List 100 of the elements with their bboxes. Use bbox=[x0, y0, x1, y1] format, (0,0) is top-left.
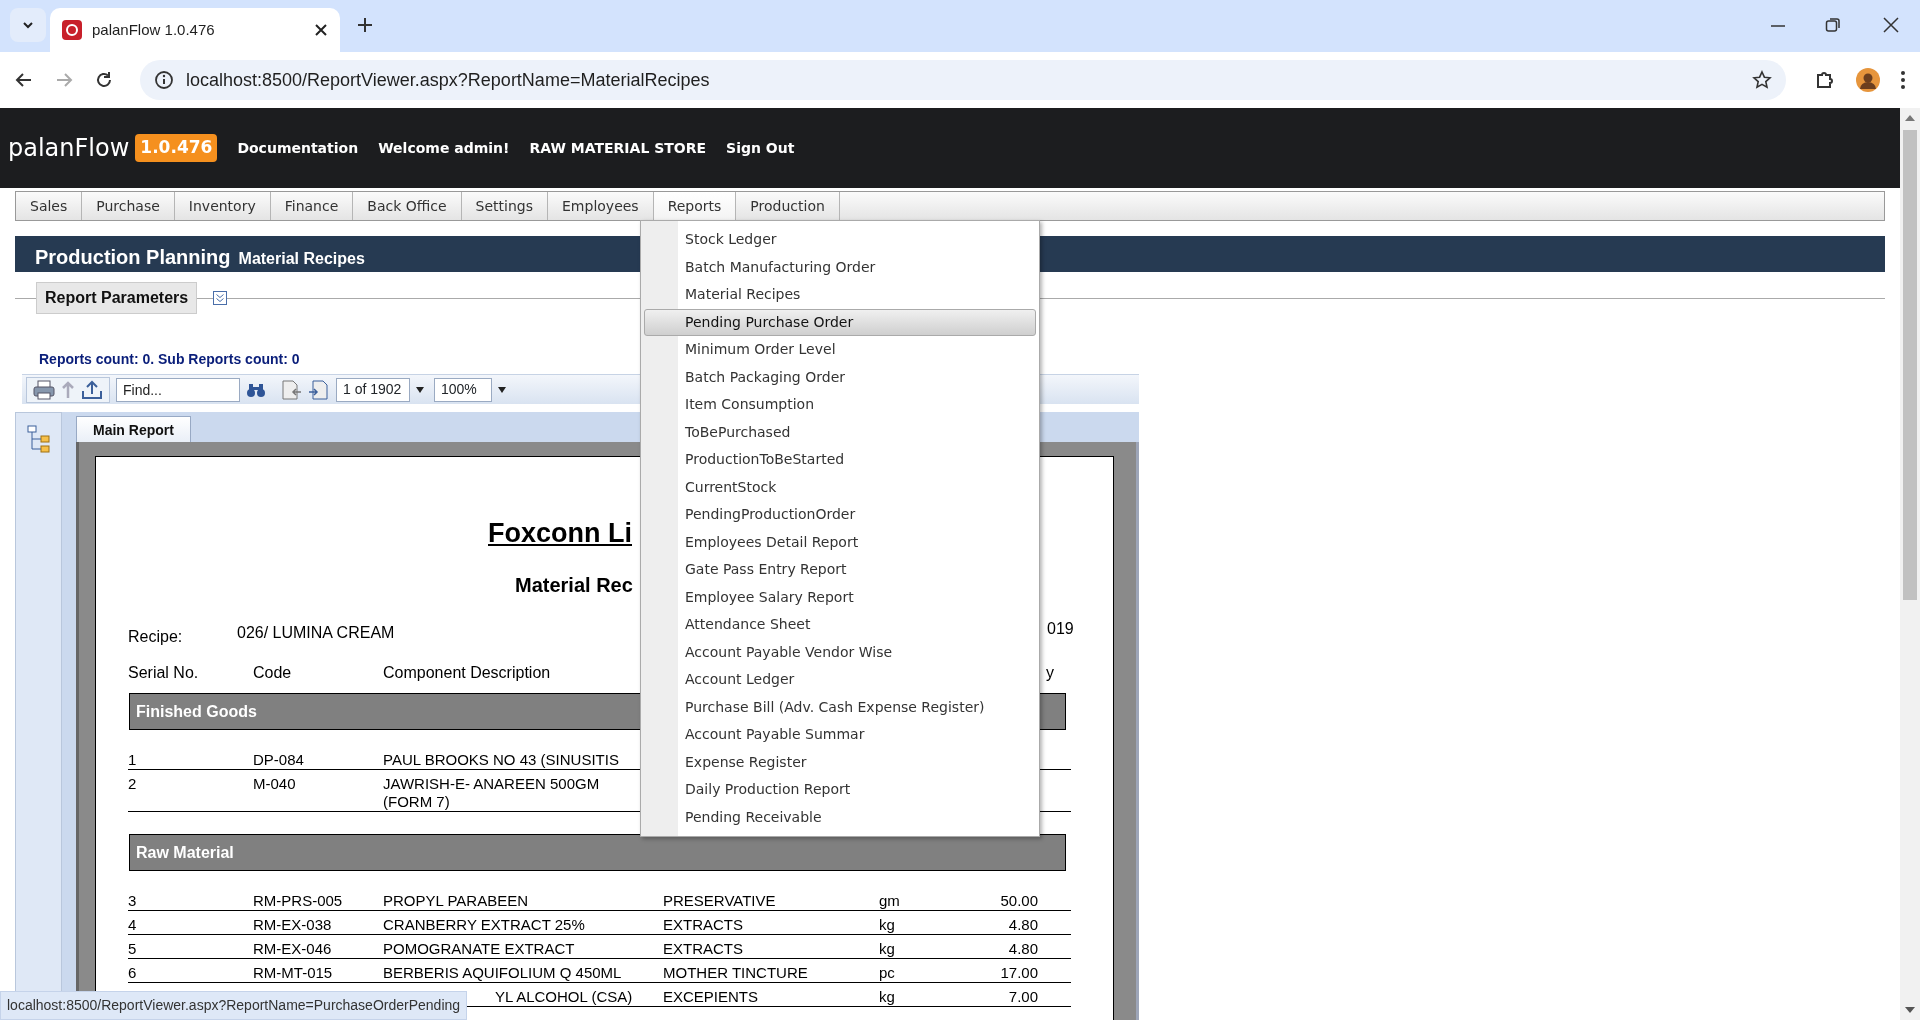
table-cell: RM-MT-015 bbox=[253, 964, 333, 981]
table-cell: CRANBERRY EXTRACT 25% bbox=[383, 916, 585, 934]
menu-entry[interactable]: Account Payable Vendor Wise bbox=[644, 638, 1036, 666]
menu-entry[interactable]: ProductionToBeStarted bbox=[644, 446, 1036, 474]
table-cell: M-040 bbox=[253, 775, 296, 792]
main-report-tab[interactable]: Main Report bbox=[76, 416, 191, 444]
menu-item[interactable]: Finance bbox=[270, 192, 354, 220]
profile-avatar[interactable] bbox=[1856, 68, 1880, 92]
menu-entry[interactable]: Minimum Order Level bbox=[644, 336, 1036, 364]
restore-icon[interactable] bbox=[1825, 17, 1841, 33]
menu-entry[interactable]: CurrentStock bbox=[644, 473, 1036, 501]
recipe-value: 026/ LUMINA CREAM bbox=[237, 623, 395, 643]
status-bar-url: localhost:8500/ReportViewer.aspx?ReportName=PurchaseOrderPending bbox=[0, 991, 468, 1020]
menu-entry[interactable]: Material Recipes bbox=[644, 281, 1036, 309]
report-title: Material Rec bbox=[515, 573, 633, 598]
menu-entry[interactable]: Purchase Bill (Adv. Cash Expense Register) bbox=[644, 693, 1036, 721]
star-icon[interactable] bbox=[1752, 70, 1772, 90]
caret-icon[interactable] bbox=[416, 386, 424, 393]
menu-entry[interactable]: Batch Manufacturing Order bbox=[644, 253, 1036, 281]
browser-tab[interactable]: palanFlow 1.0.476 bbox=[50, 8, 340, 52]
table-cell: 4.80 bbox=[1008, 940, 1038, 957]
nav-link[interactable]: Sign Out bbox=[726, 137, 795, 159]
menu-entry[interactable]: ToBePurchased bbox=[644, 418, 1036, 446]
reports-count-text: Reports count: 0. Sub Reports count: 0 bbox=[39, 350, 300, 369]
extensions-icon[interactable] bbox=[1814, 69, 1836, 91]
report-date: 019 bbox=[1047, 619, 1074, 639]
page-select[interactable]: 1 of 1902 bbox=[336, 377, 410, 402]
recipe-label: Recipe: bbox=[128, 627, 183, 647]
table-cell: POMOGRANATE EXTRACT bbox=[383, 940, 575, 958]
zoom-select[interactable]: 100% bbox=[434, 377, 492, 402]
table-cell: RM-EX-038 bbox=[253, 916, 332, 933]
table-cell: kg bbox=[879, 988, 895, 1005]
menu-item[interactable]: Back Office bbox=[353, 192, 462, 220]
close-window-icon[interactable] bbox=[1883, 17, 1899, 33]
table-cell: pc bbox=[879, 964, 895, 981]
menu-entry[interactable]: Item Consumption bbox=[644, 391, 1036, 419]
tree-view-icon[interactable] bbox=[27, 425, 51, 453]
table-cell: 2 bbox=[128, 775, 137, 792]
report-parameters-header[interactable]: Report Parameters bbox=[36, 282, 198, 314]
nav-link[interactable]: Documentation bbox=[237, 137, 359, 159]
nav-link[interactable]: RAW MATERIAL STORE bbox=[529, 137, 707, 159]
menu-entry[interactable]: Pending Purchase Order bbox=[644, 308, 1036, 336]
table-cell: MOTHER TINCTURE bbox=[663, 964, 808, 981]
new-tab-icon[interactable] bbox=[356, 16, 374, 34]
table-cell: PRESERVATIVE bbox=[663, 892, 776, 909]
binoculars-icon[interactable] bbox=[246, 381, 266, 398]
table-cell: PAUL BROOKS NO 43 (SINUSITIS bbox=[383, 751, 619, 769]
table-cell: RM-PRS-005 bbox=[253, 892, 343, 909]
menu-entry[interactable]: PendingProductionOrder bbox=[644, 501, 1036, 529]
menu-entry[interactable]: Account Ledger bbox=[644, 666, 1036, 694]
reload-icon[interactable] bbox=[94, 70, 114, 90]
close-tab-icon[interactable] bbox=[314, 23, 328, 37]
table-cell: 17.00 bbox=[1000, 964, 1038, 981]
caret-icon[interactable] bbox=[498, 386, 506, 393]
nav-link[interactable]: Welcome admin! bbox=[378, 137, 510, 159]
address-bar[interactable]: localhost:8500/ReportViewer.aspx?ReportName=MaterialRecipes bbox=[140, 60, 1786, 100]
menu-entry[interactable]: Batch Packaging Order bbox=[644, 363, 1036, 391]
menu-item[interactable]: Reports bbox=[653, 192, 737, 220]
info-icon bbox=[154, 70, 174, 90]
menu-entry[interactable]: Stock Ledger bbox=[644, 226, 1036, 254]
find-field[interactable]: Find... bbox=[116, 377, 240, 402]
table-cell: 6 bbox=[128, 964, 137, 981]
table-cell: kg bbox=[879, 940, 895, 957]
table-cell: 3 bbox=[128, 892, 137, 909]
menu-entry[interactable]: Expense Register bbox=[644, 748, 1036, 776]
column-header: y bbox=[1046, 664, 1054, 681]
page-title: Production Planning bbox=[35, 245, 231, 270]
browser-menu-icon[interactable] bbox=[1900, 70, 1906, 90]
menu-item[interactable]: Settings bbox=[461, 192, 548, 220]
app-logo[interactable]: palanFlow 1.0.476 bbox=[8, 130, 218, 166]
url-text: localhost:8500/ReportViewer.aspx?ReportName=MaterialRecipes bbox=[186, 68, 711, 92]
table-cell: EXTRACTS bbox=[663, 916, 743, 933]
menu-entry[interactable]: Daily Production Report bbox=[644, 776, 1036, 804]
column-header: Code bbox=[253, 664, 292, 681]
table-cell: gm bbox=[879, 892, 900, 909]
table-cell: BERBERIS AQUIFOLIUM Q 450ML bbox=[383, 964, 622, 982]
table-cell: EXCEPIENTS bbox=[663, 988, 759, 1005]
page-back-icon[interactable] bbox=[280, 379, 302, 400]
menu-entry[interactable]: Pending Receivable bbox=[644, 803, 1036, 831]
page-forward-icon[interactable] bbox=[308, 379, 330, 400]
expand-toggle-icon[interactable] bbox=[213, 291, 227, 305]
vertical-scrollbar[interactable] bbox=[1900, 108, 1920, 1020]
section-header-bar: Raw Material bbox=[129, 834, 1066, 871]
table-cell: 5 bbox=[128, 940, 137, 957]
table-cell: RM-EX-046 bbox=[253, 940, 332, 957]
export-icon[interactable] bbox=[81, 379, 103, 400]
menu-item[interactable]: Inventory bbox=[174, 192, 271, 220]
menu-entry[interactable]: Employees Detail Report bbox=[644, 528, 1036, 556]
table-cell: EXTRACTS bbox=[663, 940, 743, 957]
table-cell: 7.00 bbox=[1008, 988, 1038, 1005]
menu-entry[interactable]: Attendance Sheet bbox=[644, 611, 1036, 639]
table-cell: 50.00 bbox=[1000, 892, 1038, 909]
menu-entry[interactable]: Employee Salary Report bbox=[644, 583, 1036, 611]
menu-item[interactable]: Purchase bbox=[82, 192, 175, 220]
menu-item[interactable]: Sales bbox=[16, 192, 83, 220]
menu-entry[interactable]: Gate Pass Entry Report bbox=[644, 556, 1036, 584]
tab-title: palanFlow 1.0.476 bbox=[92, 19, 216, 40]
company-name: Foxconn Li bbox=[488, 517, 632, 550]
table-cell: 1 bbox=[128, 751, 137, 768]
print-icon[interactable] bbox=[33, 379, 55, 400]
